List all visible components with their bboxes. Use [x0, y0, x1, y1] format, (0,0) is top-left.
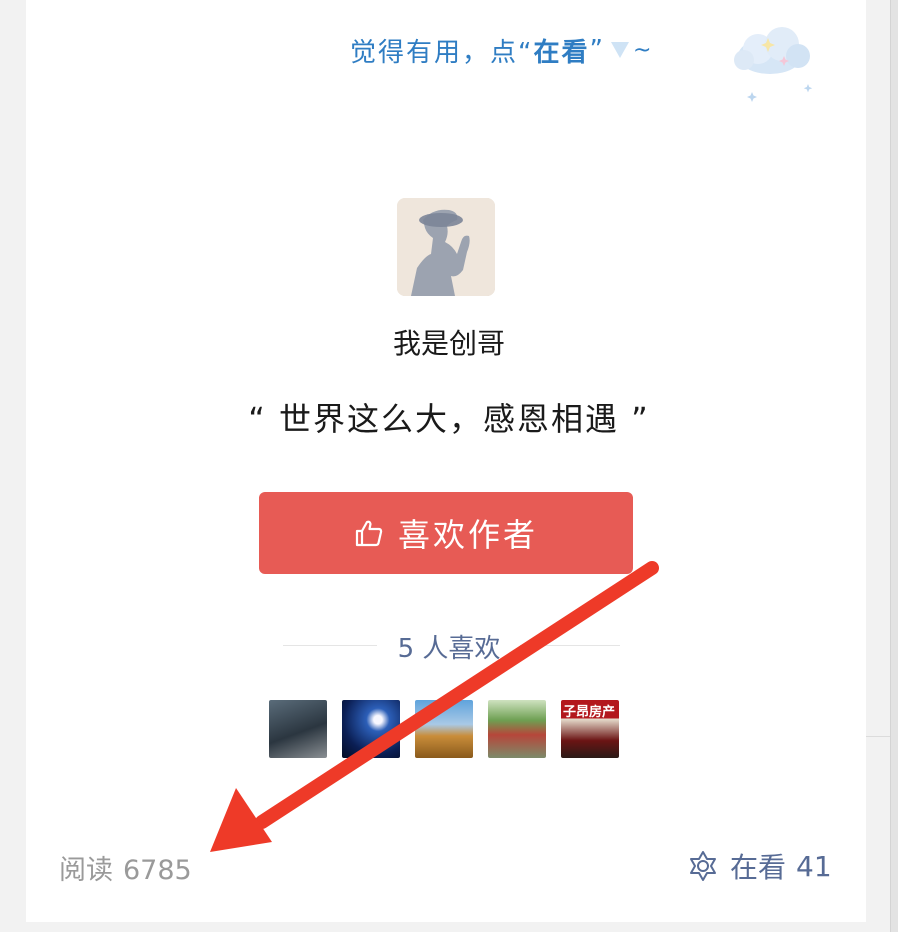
- divider-right: [520, 645, 620, 646]
- reads-stat: 阅读 6785: [59, 848, 192, 887]
- cloud-sparkle-icon: [734, 27, 813, 102]
- liker-avatar-2[interactable]: [342, 700, 400, 758]
- watch-hint: 觉得有用，点“ 在看 ” ~: [350, 26, 653, 74]
- like-author-button[interactable]: 喜欢作者: [259, 492, 633, 574]
- hint-tilde: ~: [632, 37, 654, 63]
- author-name[interactable]: 我是创哥: [0, 322, 898, 362]
- watching-label: 在看: [730, 851, 787, 884]
- hint-suffix: ”: [589, 35, 605, 65]
- watching-count: 41: [796, 849, 832, 883]
- silhouette-avatar: [397, 198, 495, 296]
- hint-emphasis: 在看: [533, 37, 590, 68]
- scrollbar-track[interactable]: [890, 0, 898, 932]
- liker-avatar-1[interactable]: [269, 700, 327, 758]
- liker-avatar-5[interactable]: 子昂房产: [561, 700, 619, 758]
- author-quote: “ 世界这么大，感恩相遇 ”: [248, 400, 650, 438]
- reads-count: 6785: [123, 855, 192, 886]
- article-card: [26, 0, 866, 922]
- divider: [866, 736, 890, 737]
- reads-label: 阅读: [59, 855, 113, 886]
- hint-prefix: 觉得有用，点“: [350, 37, 534, 68]
- like-button-label: 喜欢作者: [397, 516, 538, 554]
- author-avatar[interactable]: [397, 198, 495, 296]
- thumbs-up-icon: [355, 520, 383, 547]
- down-triangle-icon: [610, 42, 629, 58]
- likes-count[interactable]: 5 人喜欢: [380, 628, 518, 665]
- flower-star-icon: [690, 851, 716, 881]
- liker-avatar-text: 子昂房产: [563, 705, 616, 720]
- article-footer-page: 觉得有用，点“ 在看 ” ~ 我是创哥 “ 世界这么大，感恩相遇 ” 喜欢作者: [0, 0, 898, 932]
- liker-avatar-3[interactable]: [415, 700, 473, 758]
- divider-left: [283, 645, 377, 646]
- liker-avatar-4[interactable]: [488, 700, 546, 758]
- watching-button[interactable]: 在看 41: [686, 846, 832, 886]
- liker-avatars: 子昂房产: [269, 700, 619, 758]
